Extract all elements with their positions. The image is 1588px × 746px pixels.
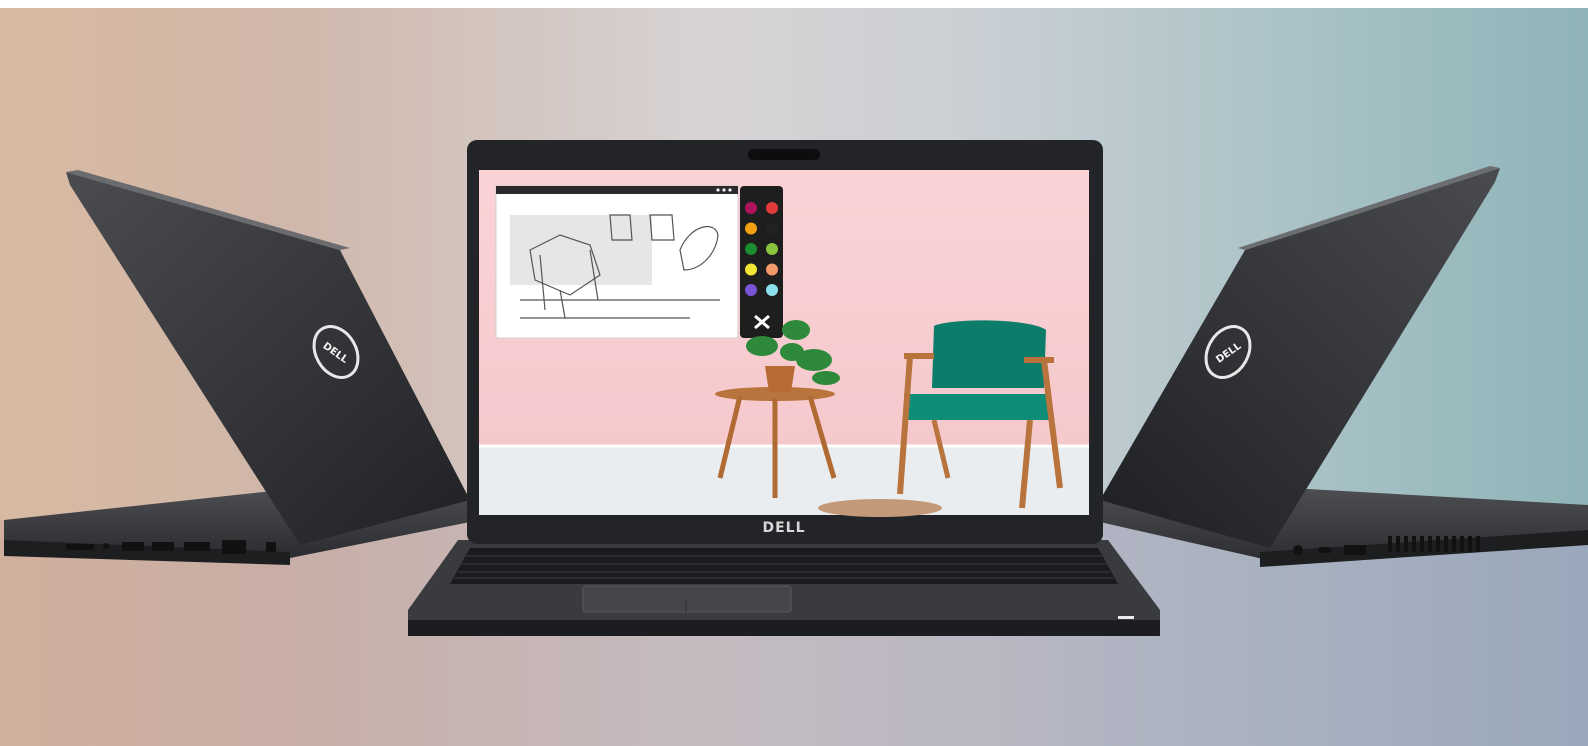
screen [479,170,1089,517]
palette-swatch[interactable] [766,222,778,235]
bezel-logo: DELL [762,520,805,536]
color-palette[interactable] [740,186,783,338]
rug [818,499,942,517]
palette-swatch[interactable] [766,243,778,255]
product-scene: DELL DELL DELL [4,140,1588,636]
palette-swatch[interactable] [766,263,778,276]
keyboard [450,548,1118,584]
sketch-window [495,185,739,339]
palette-swatch[interactable] [745,202,757,214]
palette-swatch[interactable] [745,263,757,276]
window-dots-icon [716,188,720,192]
webcam-shutter [748,149,820,160]
left-laptop-rear: DELL [4,170,470,565]
status-led [1118,616,1134,619]
palette-swatch[interactable] [745,222,757,235]
palette-swatch[interactable] [766,284,778,296]
right-laptop-rear: DELL [1100,166,1588,567]
palette-swatch[interactable] [745,284,757,296]
front-laptop: DELL [408,140,1160,636]
palette-swatch[interactable] [766,202,778,214]
touchpad [582,585,792,613]
palette-swatch[interactable] [745,243,757,255]
